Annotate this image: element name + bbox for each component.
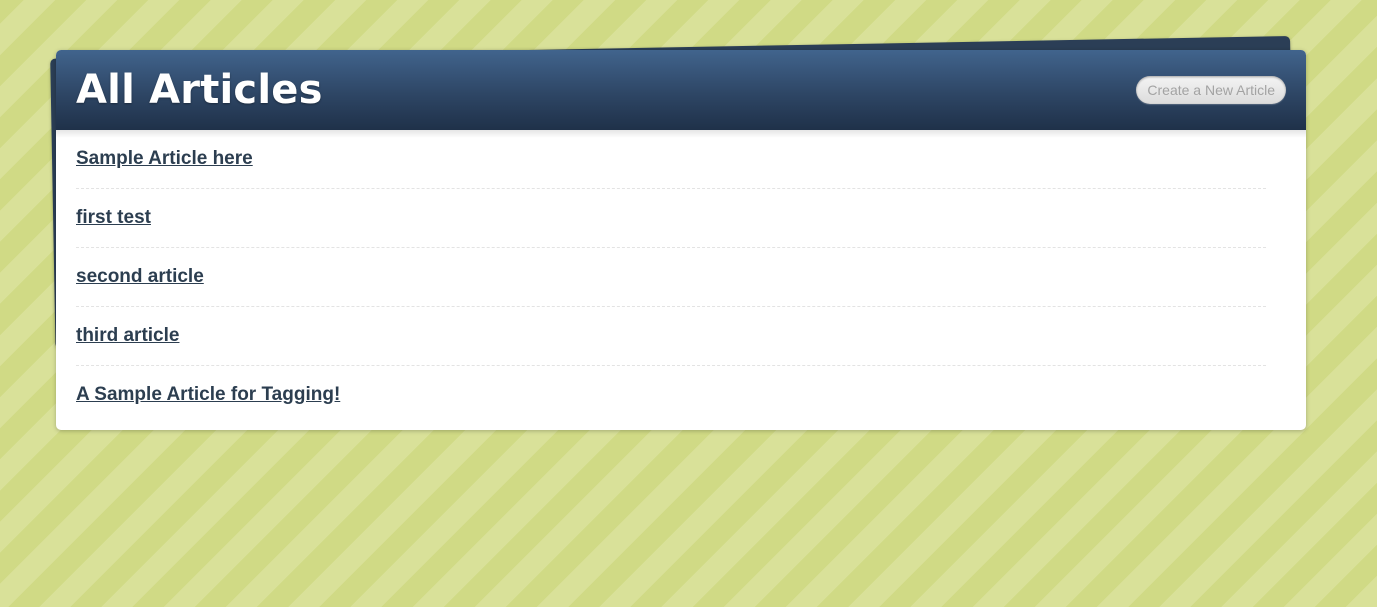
article-link[interactable]: first test [76, 207, 151, 228]
article-list: Sample Article here first test second ar… [56, 130, 1306, 430]
list-item: third article [76, 307, 1266, 366]
create-new-article-button[interactable]: Create a New Article [1136, 76, 1286, 104]
card-header: All Articles Create a New Article [56, 50, 1306, 130]
articles-panel: All Articles Create a New Article Sample… [50, 36, 1306, 430]
list-item: second article [76, 248, 1266, 307]
articles-card: All Articles Create a New Article Sample… [56, 50, 1306, 430]
list-item: A Sample Article for Tagging! [76, 366, 1266, 424]
page-title: All Articles [76, 67, 323, 113]
article-link[interactable]: third article [76, 325, 179, 346]
article-link[interactable]: Sample Article here [76, 148, 253, 169]
article-link[interactable]: second article [76, 266, 204, 287]
article-link[interactable]: A Sample Article for Tagging! [76, 384, 340, 405]
list-item: first test [76, 189, 1266, 248]
list-item: Sample Article here [76, 130, 1266, 189]
